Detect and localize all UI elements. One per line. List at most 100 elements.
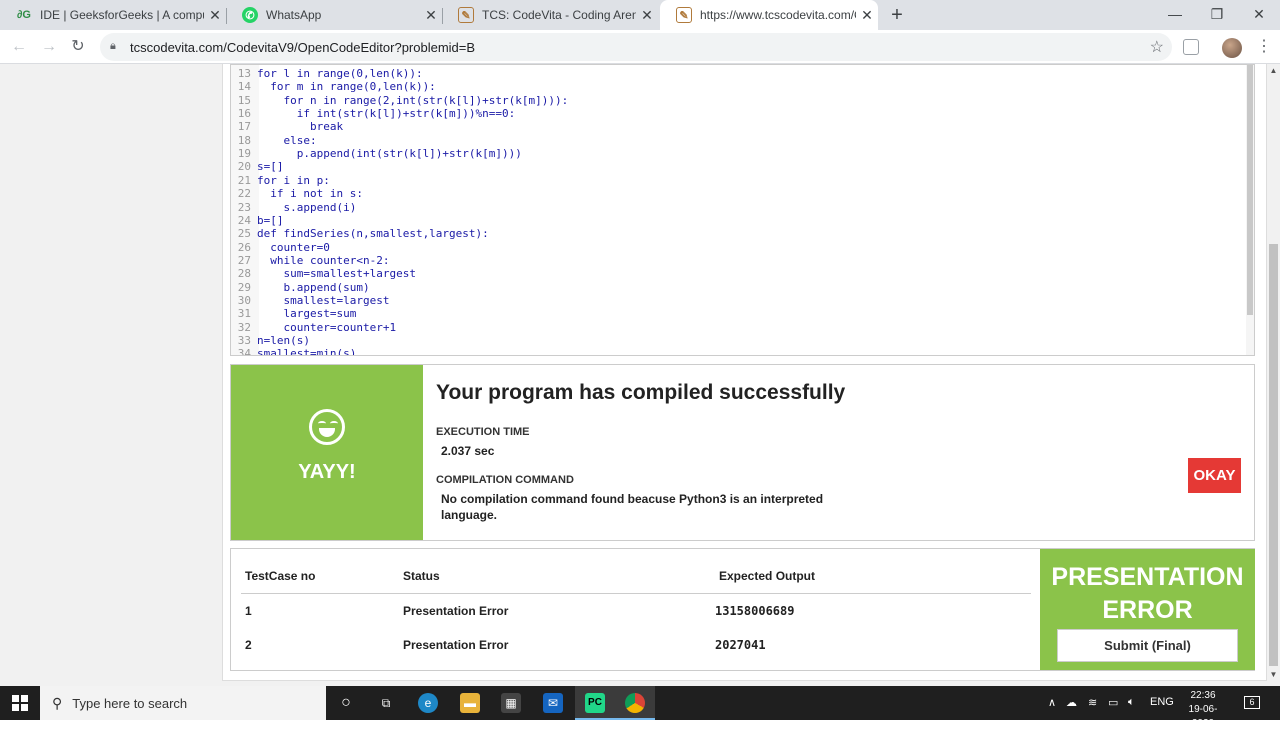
code-text: if int(str(k[l])+str(k[m]))%n==0: bbox=[257, 107, 516, 121]
restore-button[interactable]: ❐ bbox=[1196, 0, 1238, 30]
tab-codevita-editor[interactable]: ✎ https://www.tcscodevita.com/Co ✕ bbox=[660, 0, 878, 30]
code-line[interactable]: 34 smallest=min(s) bbox=[231, 347, 357, 356]
line-number: 33 bbox=[237, 334, 251, 347]
code-line[interactable]: 25 def findSeries(n,smallest,largest): bbox=[231, 227, 489, 240]
code-text: s=[] bbox=[257, 160, 284, 174]
code-line[interactable]: 14 for m in range(0,len(k)): bbox=[231, 80, 436, 93]
line-number: 34 bbox=[237, 347, 251, 356]
code-line[interactable]: 18 else: bbox=[231, 134, 317, 147]
notification-count: 6 bbox=[1249, 697, 1255, 707]
cortana-icon[interactable]: ○ bbox=[336, 693, 356, 713]
line-number: 23 bbox=[237, 200, 251, 214]
code-line[interactable]: 23 s.append(i) bbox=[231, 200, 357, 214]
code-line[interactable]: 32 counter=counter+1 bbox=[231, 321, 396, 334]
windows-start-icon[interactable] bbox=[12, 695, 28, 711]
mail-icon[interactable]: ✉ bbox=[543, 693, 563, 713]
forward-button[interactable]: → bbox=[38, 36, 60, 58]
back-button[interactable]: ← bbox=[8, 36, 30, 58]
extension-icon[interactable] bbox=[1183, 39, 1199, 55]
scroll-up-icon[interactable]: ▲ bbox=[1267, 66, 1280, 75]
page-scrollbar[interactable]: ▲ ▼ bbox=[1267, 64, 1280, 686]
submit-final-button[interactable]: Submit (Final) bbox=[1057, 629, 1238, 662]
line-number: 22 bbox=[237, 187, 251, 201]
volume-icon[interactable]: 🔈︎ bbox=[1128, 696, 1135, 709]
table-row-no: 1 bbox=[245, 604, 252, 618]
close-icon[interactable]: ✕ bbox=[420, 7, 442, 24]
browser-toolbar: ← → ↻ 🔒︎ tcscodevita.com/CodevitaV9/Open… bbox=[0, 30, 1280, 64]
language-indicator[interactable]: ENG bbox=[1150, 696, 1174, 708]
scroll-down-icon[interactable]: ▼ bbox=[1267, 670, 1280, 679]
code-text: if i not in s: bbox=[257, 187, 363, 201]
onedrive-icon[interactable]: ☁ bbox=[1066, 696, 1077, 709]
close-icon[interactable]: ✕ bbox=[856, 7, 878, 24]
notification-center-icon[interactable]: 6 bbox=[1244, 696, 1260, 709]
line-number: 13 bbox=[237, 67, 251, 80]
chrome-icon[interactable] bbox=[625, 693, 645, 713]
code-line[interactable]: 17 break bbox=[231, 120, 343, 133]
scrollbar-thumb[interactable] bbox=[1269, 244, 1278, 666]
reload-button[interactable]: ↻ bbox=[67, 36, 89, 58]
close-icon[interactable]: ✕ bbox=[636, 7, 658, 24]
search-icon: ⚲ bbox=[52, 694, 63, 711]
tray-chevron-icon[interactable]: ∧ bbox=[1048, 696, 1056, 709]
store-icon[interactable]: ▦ bbox=[501, 693, 521, 713]
execution-time-label: EXECUTION TIME bbox=[436, 426, 530, 438]
code-line[interactable]: 30 smallest=largest bbox=[231, 294, 390, 307]
code-line[interactable]: 33 n=len(s) bbox=[231, 334, 310, 347]
result-title: Your program has compiled successfully bbox=[436, 381, 846, 404]
tab-geeksforgeeks[interactable]: ∂G IDE | GeeksforGeeks | A compute ✕ bbox=[0, 0, 226, 30]
line-number: 31 bbox=[237, 307, 251, 321]
column-header-testcase: TestCase no bbox=[245, 569, 316, 583]
task-view-icon[interactable]: ⧉ bbox=[376, 693, 396, 713]
editor-scrollbar[interactable] bbox=[1246, 65, 1254, 355]
code-line[interactable]: 24 b=[] bbox=[231, 214, 284, 227]
minimize-button[interactable]: — bbox=[1154, 0, 1196, 30]
close-icon[interactable]: ✕ bbox=[204, 7, 226, 24]
close-window-button[interactable]: ✕ bbox=[1238, 0, 1280, 30]
code-line[interactable]: 29 b.append(sum) bbox=[231, 281, 370, 294]
pycharm-icon[interactable]: PC bbox=[585, 693, 605, 713]
tab-whatsapp[interactable]: ✆ WhatsApp ✕ bbox=[226, 0, 442, 30]
code-line[interactable]: 21 for i in p: bbox=[231, 174, 330, 187]
compilation-command-value: No compilation command found beacuse Pyt… bbox=[441, 492, 824, 522]
battery-icon[interactable]: ▭ bbox=[1108, 696, 1118, 709]
verdict-panel: PRESENTATION ERROR Submit (Final) bbox=[1040, 549, 1255, 670]
success-badge: YAYY! bbox=[298, 461, 356, 483]
page-viewport: 13 for l in range(0,len(k)): 14 for m in r… bbox=[0, 64, 1280, 686]
header-divider bbox=[241, 593, 1031, 594]
code-text: b.append(sum) bbox=[257, 280, 370, 294]
okay-button[interactable]: OKAY bbox=[1188, 458, 1241, 493]
execution-time-value: 2.037 sec bbox=[441, 444, 495, 458]
code-text: smallest=min(s) bbox=[257, 347, 357, 356]
code-text: for i in p: bbox=[257, 173, 330, 187]
code-line[interactable]: 27 while counter<n-2: bbox=[231, 254, 390, 267]
code-line[interactable]: 22 if i not in s: bbox=[231, 187, 363, 200]
code-line[interactable]: 15 for n in range(2,int(str(k[l])+str(k[… bbox=[231, 94, 569, 107]
file-explorer-icon[interactable]: ▬ bbox=[460, 693, 480, 713]
column-header-expected: Expected Output bbox=[719, 569, 816, 583]
code-line[interactable]: 19 p.append(int(str(k[l])+str(k[m]))) bbox=[231, 147, 522, 160]
scrollbar-thumb[interactable] bbox=[1247, 65, 1253, 315]
tab-title: IDE | GeeksforGeeks | A compute bbox=[40, 8, 204, 22]
code-line[interactable]: 20 s=[] bbox=[231, 160, 284, 173]
address-bar[interactable]: 🔒︎ tcscodevita.com/CodevitaV9/OpenCodeEd… bbox=[100, 33, 1172, 61]
profile-avatar[interactable] bbox=[1222, 38, 1242, 58]
code-text: largest=sum bbox=[257, 307, 357, 321]
code-line[interactable]: 31 largest=sum bbox=[231, 307, 357, 321]
edge-icon[interactable]: e bbox=[418, 693, 438, 713]
code-line[interactable]: 28 sum=smallest+largest bbox=[231, 267, 416, 280]
line-number: 20 bbox=[237, 160, 251, 174]
more-menu-icon[interactable]: ⋮ bbox=[1256, 36, 1272, 56]
line-number: 24 bbox=[237, 213, 251, 227]
taskbar-search-box[interactable]: ⚲ Type here to search bbox=[40, 686, 326, 720]
code-line[interactable]: 26 counter=0 bbox=[231, 241, 330, 254]
taskbar-clock[interactable]: 22:36 19-06-2020 bbox=[1178, 689, 1228, 731]
compilation-command-label: COMPILATION COMMAND bbox=[436, 474, 574, 486]
bookmark-star-icon[interactable]: ☆ bbox=[1150, 37, 1164, 57]
wifi-icon[interactable]: ≋ bbox=[1088, 696, 1097, 709]
tab-codevita-arena[interactable]: ✎ TCS: CodeVita - Coding Arena ✕ bbox=[442, 0, 658, 30]
new-tab-button[interactable]: + bbox=[886, 4, 908, 26]
code-line[interactable]: 13 for l in range(0,len(k)): bbox=[231, 67, 423, 80]
code-editor[interactable]: 13 for l in range(0,len(k)): 14 for m in r… bbox=[230, 64, 1255, 356]
code-line[interactable]: 16 if int(str(k[l])+str(k[m]))%n==0: bbox=[231, 107, 516, 121]
